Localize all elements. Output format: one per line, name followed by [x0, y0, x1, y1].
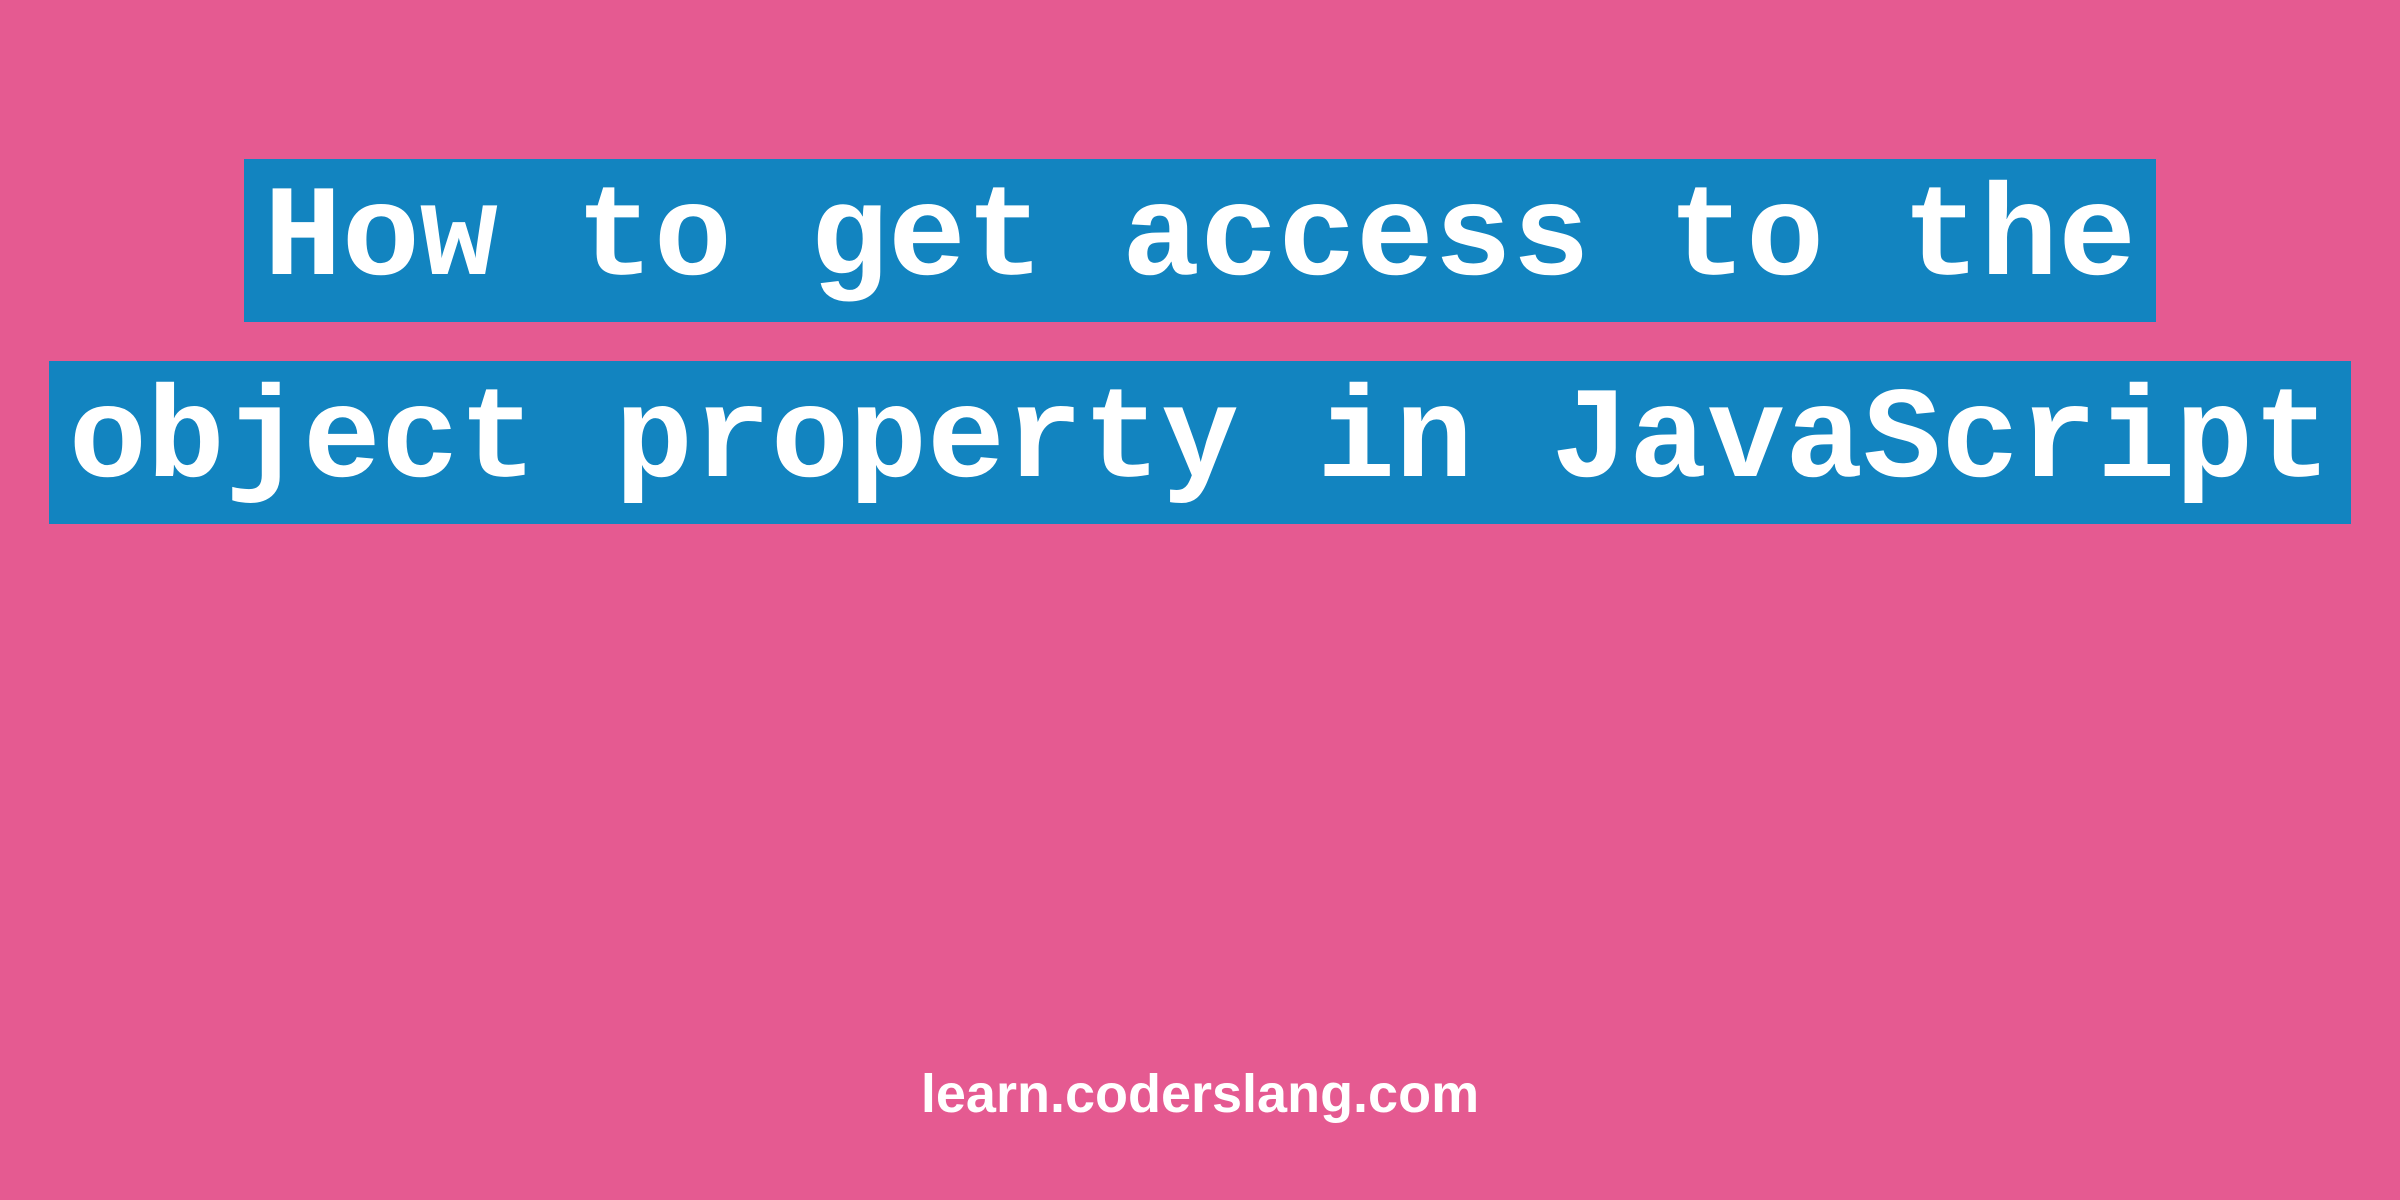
- footer-text: learn.coderslang.com: [921, 1064, 1479, 1124]
- page-title: How to get access to the object property…: [49, 159, 2351, 524]
- title-container: How to get access to the object property…: [0, 140, 2400, 543]
- footer: learn.coderslang.com: [0, 1063, 2400, 1125]
